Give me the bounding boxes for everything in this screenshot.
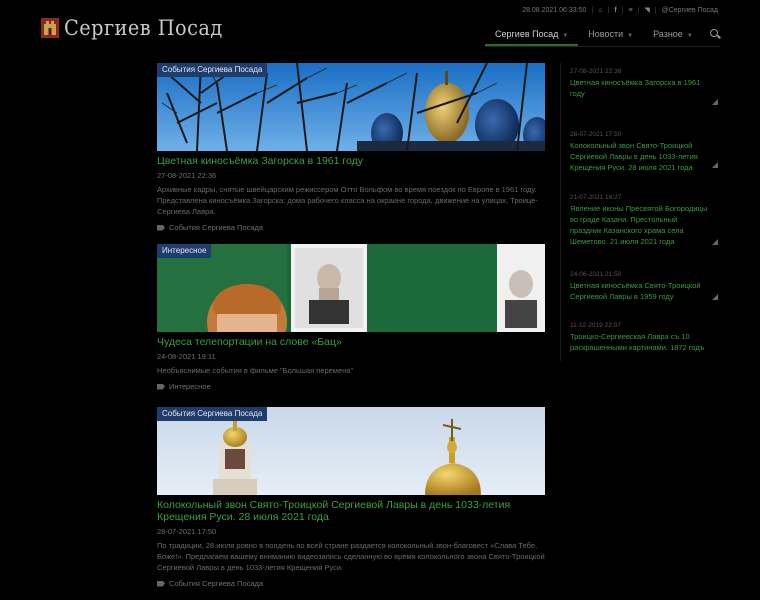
tag-label: Интересное [169,382,211,391]
article-tag[interactable]: События Сергиева Посада [157,223,545,232]
article-date: 24-08-2021 19:11 [157,352,216,361]
rss-icon[interactable]: ◥ [644,6,649,14]
coat-of-arms-icon [40,16,60,40]
sidebar-recent-posts: 27-08-2021 22:36 Цветная киносъёмка Заго… [560,63,720,361]
nav-item-sergiev-posad[interactable]: Сергиев Посад ▼ [485,24,579,46]
article-tag[interactable]: События Сергиева Посада [157,579,545,588]
sidebar-post-date: 28-07-2021 17:50 [570,131,622,138]
sidebar-post-title[interactable]: Цветная киносъёмка Загорска в 1961 году [570,77,710,99]
article-card: События Сергиева Посада Цветная киносъём… [157,63,545,232]
article-image[interactable]: События Сергиева Посада [157,407,545,495]
article-image[interactable]: Интересное [157,244,545,332]
sidebar-post-title[interactable]: Троицко-Сергиевская Лавра съ 10 раскраше… [570,331,710,353]
article-title[interactable]: Колокольный звон Свято-Троицкой Сергиево… [157,499,545,523]
article-title[interactable]: Чудеса телепортации на слове «Бац» [157,336,545,348]
corner-arrow-icon [712,239,718,245]
article-excerpt: По традиции, 28 июля ровно в полдень по … [157,541,545,572]
article-title[interactable]: Цветная киносъёмка Загорска в 1961 году [157,155,545,167]
article-card: События Сергиева Посада Колокольный звон… [157,407,545,588]
sidebar-post-title[interactable]: Цветная киносъёмка Свято-Троицкой Сергие… [570,280,710,302]
article-list: События Сергиева Посада Цветная киносъём… [157,63,545,588]
category-badge[interactable]: События Сергиева Посада [157,407,268,421]
article-date: 28-07-2021 17:50 [157,527,217,536]
sidebar-post-date: 21-07-2021 16:27 [570,194,622,201]
nav-item-news[interactable]: Новости ▼ [578,24,643,46]
site-logo[interactable]: Сергиев Посад [40,16,237,40]
tag-icon [157,224,165,231]
search-icon[interactable] [705,24,727,46]
article-image[interactable]: События Сергиева Посада [157,63,545,151]
category-badge[interactable]: Интересное [157,244,212,258]
sidebar-post-title[interactable]: Явление иконы Пресвятой Богородицы во гр… [570,203,710,247]
nav-item-label: Сергиев Посад [495,29,559,39]
home-icon[interactable]: ⌂ [598,7,602,14]
chevron-down-icon: ▼ [562,33,569,39]
category-badge[interactable]: События Сергиева Посада [157,63,268,77]
main-nav: Сергиев Посад ▼ Новости ▼ Разное ▼ [485,24,727,46]
article-tag[interactable]: Интересное [157,382,545,391]
top-meta-bar: 28.08.2021 06:33:50 | ⌂ | f | ≡ | ◥ | @С… [522,6,718,15]
facebook-icon[interactable]: f [614,7,616,14]
article-excerpt: Архивные кадры, снятые швейцарским режис… [157,185,538,216]
chevron-down-icon: ▼ [627,33,634,39]
nav-divider [485,46,720,47]
article-excerpt: Необъяснимые события в фильме "Большая п… [157,366,354,375]
corner-arrow-icon [712,162,718,168]
menu-icon[interactable]: ≡ [628,7,632,14]
divider: | [621,6,624,14]
tag-label: События Сергиева Посада [169,579,264,588]
sidebar-post[interactable]: 21-07-2021 16:27 Явление иконы Пресвятой… [560,189,720,266]
nav-item-label: Новости [588,29,624,39]
site-title: Сергиев Посад [64,16,223,40]
sidebar-post[interactable]: 24-06-2021 21:50 Цветная киносъёмка Свят… [560,266,720,317]
current-datetime: 28.08.2021 06:33:50 [522,6,587,14]
article-date: 27-08-2021 22:36 [157,171,217,180]
corner-arrow-icon [712,99,718,105]
social-handle[interactable]: @Сергиев Посад [662,7,718,14]
header: Сергиев Посад 28.08.2021 06:33:50 | ⌂ | … [0,0,760,52]
sidebar-post-date: 24-06-2021 21:50 [570,271,622,278]
corner-arrow-icon [712,294,718,300]
article-card: Интересное Чудеса телепортации на слове … [157,244,545,391]
divider: | [637,6,640,14]
sidebar-post-title[interactable]: Колокольный звон Свято-Троицкой Сергиево… [570,140,710,173]
tag-icon [157,580,165,587]
divider: | [591,6,594,14]
tag-label: События Сергиева Посада [169,223,264,232]
sidebar-post[interactable]: 11-12-2019 22:07 Троицко-Сергиевская Лав… [560,317,720,361]
divider: | [607,6,610,14]
nav-item-misc[interactable]: Разное ▼ [643,24,703,46]
tag-icon [157,383,165,390]
divider: | [654,6,657,14]
sidebar-post-date: 27-08-2021 22:36 [570,68,622,75]
sidebar-post[interactable]: 27-08-2021 22:36 Цветная киносъёмка Заго… [560,63,720,126]
chevron-down-icon: ▼ [686,33,693,39]
nav-item-label: Разное [653,29,683,39]
sidebar-post[interactable]: 28-07-2021 17:50 Колокольный звон Свято-… [560,126,720,189]
sidebar-post-date: 11-12-2019 22:07 [570,322,621,329]
